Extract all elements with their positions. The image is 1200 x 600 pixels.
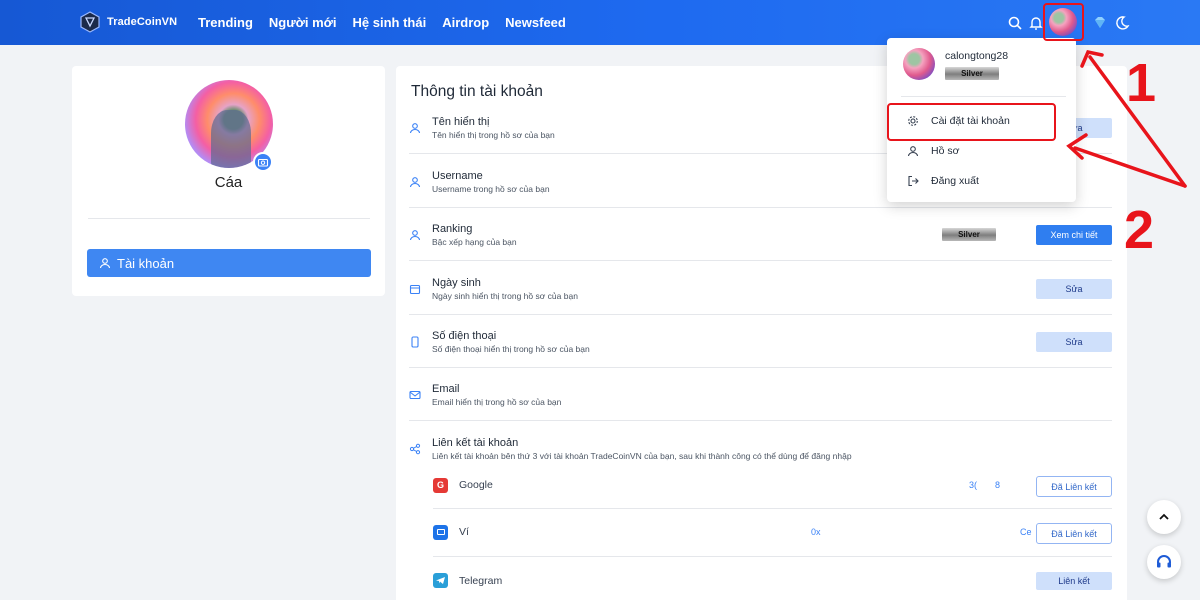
user-icon — [409, 123, 421, 134]
user-icon — [99, 258, 111, 269]
wallet-icon — [433, 525, 448, 540]
divider — [433, 508, 1112, 509]
brand-name: TradeCoinVN — [107, 16, 178, 28]
telegram-icon — [433, 573, 448, 588]
row-description: Số điện thoại hiển thị trong hồ sơ của b… — [432, 344, 590, 354]
linked-id-end: 8 — [995, 480, 1001, 490]
menu-item-profile[interactable]: Hồ sơ — [907, 145, 959, 157]
row-label: Tên hiển thị — [432, 116, 490, 128]
annotation-highlight-avatar — [1043, 3, 1084, 41]
scroll-top-button[interactable] — [1147, 500, 1181, 534]
google-linked-button[interactable]: Đã Liên kết — [1036, 476, 1112, 497]
annotation-number-2: 2 — [1124, 200, 1155, 260]
row-description: Bậc xếp hạng của bạn — [432, 237, 517, 247]
row-description: Tên hiển thị trong hồ sơ của bạn — [432, 130, 555, 140]
linked-id-start: 3( — [969, 480, 978, 490]
share-icon — [409, 443, 421, 455]
dropdown-username: calongtong28 — [945, 50, 1009, 62]
divider — [88, 218, 370, 219]
mail-icon — [409, 390, 421, 400]
divider — [409, 260, 1112, 261]
change-avatar-button[interactable] — [253, 152, 273, 172]
row-label: Liên kết tài khoản — [432, 437, 519, 449]
camera-icon — [257, 158, 269, 167]
edit-birthday-button[interactable]: Sửa — [1036, 279, 1112, 299]
dropdown-rank-badge: Silver — [945, 67, 999, 80]
divider — [409, 207, 1112, 208]
provider-name: Ví — [459, 526, 469, 538]
bell-icon[interactable] — [1028, 15, 1044, 31]
google-icon: G — [433, 478, 448, 493]
row-label: Ngày sinh — [432, 277, 481, 289]
wallet-address-end: Ce — [1020, 527, 1032, 537]
calendar-icon — [409, 284, 421, 295]
main-nav: Trending Người mới Hệ sinh thái Airdrop … — [198, 15, 566, 30]
row-label: Email — [432, 383, 460, 395]
edit-phone-button[interactable]: Sửa — [1036, 332, 1112, 352]
view-ranking-button[interactable]: Xem chi tiết — [1036, 225, 1112, 245]
logout-icon — [908, 175, 919, 187]
chevron-up-icon — [1159, 513, 1169, 520]
divider — [409, 420, 1112, 421]
menu-item-label: Đăng xuất — [931, 175, 979, 187]
nav-newsfeed[interactable]: Newsfeed — [505, 15, 566, 30]
menu-item-label: Hồ sơ — [931, 145, 960, 157]
user-icon — [907, 146, 919, 157]
headset-icon — [1157, 555, 1171, 568]
rank-badge: Silver — [942, 228, 996, 241]
wallet-linked-button[interactable]: Đã Liên kết — [1036, 523, 1112, 544]
row-description: Ngày sinh hiển thị trong hồ sơ của bạn — [432, 291, 578, 301]
moon-icon[interactable] — [1114, 15, 1130, 31]
account-tab-button[interactable]: Tài khoản — [87, 249, 371, 277]
diamond-icon[interactable] — [1092, 15, 1108, 31]
dropdown-avatar — [903, 48, 935, 80]
nav-nguoi-moi[interactable]: Người mới — [269, 15, 337, 30]
annotation-highlight-settings — [887, 103, 1056, 141]
divider — [901, 96, 1066, 97]
support-button[interactable] — [1147, 545, 1181, 579]
wallet-address-start: 0x — [811, 527, 821, 537]
row-label: Username — [432, 170, 483, 182]
profile-name: Cáa — [214, 174, 243, 191]
phone-icon — [411, 336, 419, 348]
divider — [409, 367, 1112, 368]
nav-airdrop[interactable]: Airdrop — [442, 15, 489, 30]
page-title: Thông tin tài khoản — [411, 83, 543, 100]
row-label: Số điện thoại — [432, 330, 497, 342]
nav-he-sinh-thai[interactable]: Hệ sinh thái — [353, 15, 427, 30]
provider-name: Google — [459, 479, 493, 491]
nav-trending[interactable]: Trending — [198, 15, 253, 30]
row-description: Username trong hồ sơ của bạn — [432, 184, 550, 194]
telegram-link-button[interactable]: Liên kết — [1036, 572, 1112, 590]
search-icon[interactable] — [1007, 15, 1023, 31]
provider-name: Telegram — [459, 575, 503, 587]
row-description: Liên kết tài khoản bên thứ 3 với tài kho… — [432, 451, 852, 461]
divider — [433, 556, 1112, 557]
row-label: Ranking — [432, 223, 473, 235]
menu-item-logout[interactable]: Đăng xuất — [907, 175, 979, 187]
profile-card: Cáa Tài khoản — [72, 66, 385, 296]
annotation-arrowhead-1 — [1080, 49, 1104, 68]
account-tab-label: Tài khoản — [117, 255, 175, 271]
user-icon — [409, 177, 421, 188]
annotation-number-1: 1 — [1126, 53, 1157, 113]
divider — [409, 314, 1112, 315]
logo-icon — [80, 11, 100, 33]
user-icon — [409, 230, 421, 241]
brand-logo[interactable]: TradeCoinVN — [79, 11, 177, 33]
row-description: Email hiển thị trong hồ sơ của bạn — [432, 397, 562, 407]
